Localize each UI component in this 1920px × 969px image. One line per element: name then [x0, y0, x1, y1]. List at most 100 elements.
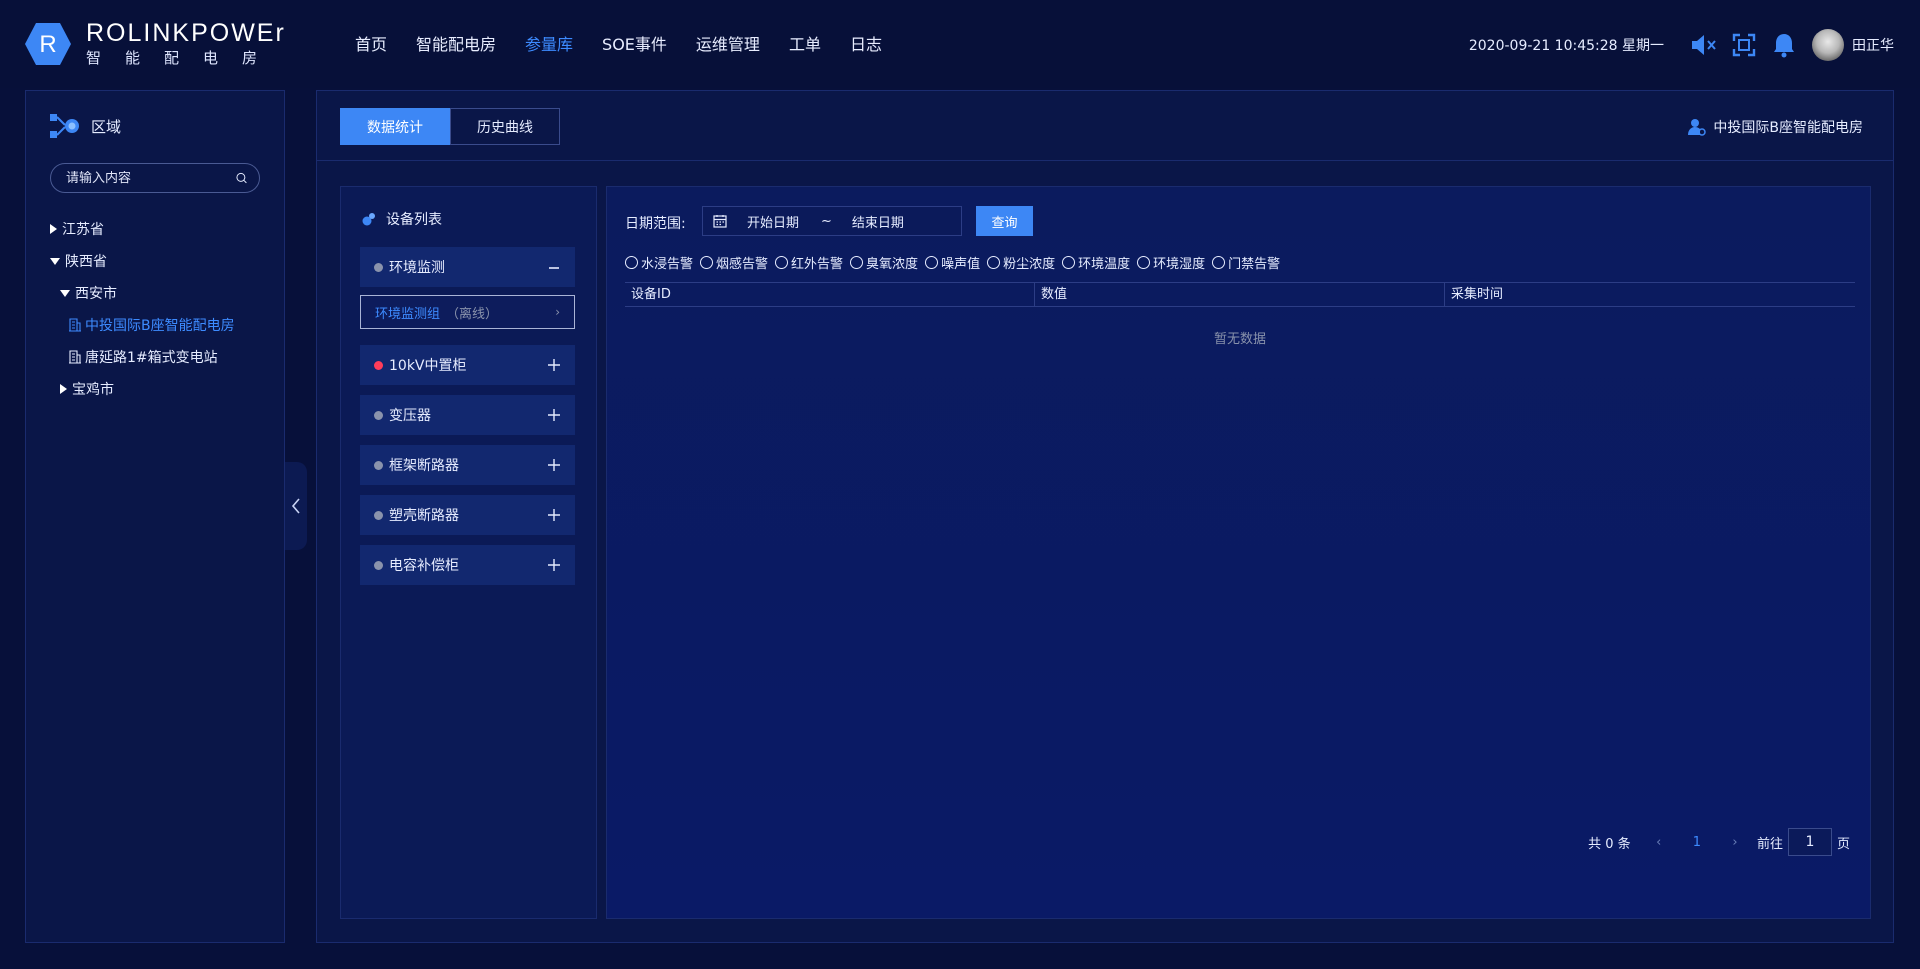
data-panel: 日期范围: 开始日期 ~ 结束日期 查询 水浸告警 烟感告警 红外告警 臭氧浓度 噪声值…	[606, 186, 1871, 919]
caret-down-icon[interactable]	[50, 257, 60, 265]
device-list-label: 设备列表	[386, 212, 442, 228]
plus-icon[interactable]	[547, 458, 561, 472]
tree-node-5[interactable]: 宝鸡市	[50, 373, 270, 405]
caret-right-icon[interactable]	[60, 384, 67, 394]
radio-circle[interactable]	[850, 256, 864, 269]
prev-page-icon[interactable]: ‹	[1649, 835, 1669, 850]
next-page-icon[interactable]: ›	[1725, 835, 1745, 850]
minus-icon[interactable]	[547, 260, 561, 274]
search-icon[interactable]	[236, 169, 247, 187]
device-group-3[interactable]: 框架断路器	[360, 445, 575, 485]
avatar[interactable]	[1812, 29, 1844, 61]
radio-circle[interactable]	[1212, 256, 1226, 269]
nav-item-2[interactable]: 参量库	[525, 33, 573, 57]
radio-label: 环境湿度	[1153, 257, 1206, 272]
tree-node-4[interactable]: 唐延路1#箱式变电站	[50, 341, 270, 373]
radio-option-1[interactable]: 烟感告警	[700, 253, 768, 272]
tree-node-label: 唐延路1#箱式变电站	[85, 350, 218, 366]
radio-label: 环境温度	[1078, 257, 1131, 272]
chevron-left-icon	[291, 498, 300, 514]
end-date-input[interactable]: 结束日期	[852, 212, 904, 231]
main-nav: 首页 智能配电房 参量库 SOE事件 运维管理 工单 日志	[355, 33, 911, 57]
tree-node-label: 中投国际B座智能配电房	[85, 318, 235, 334]
column-header-0[interactable]: 设备ID	[625, 283, 1035, 306]
empty-message: 暂无数据	[1213, 332, 1266, 347]
tab-0[interactable]: 数据统计	[340, 108, 450, 145]
status-dot	[374, 410, 383, 420]
device-group-0[interactable]: 环境监测	[360, 247, 575, 287]
radio-circle[interactable]	[625, 256, 638, 269]
radio-option-4[interactable]: 噪声值	[925, 253, 980, 272]
tree-node-1[interactable]: 陕西省	[50, 245, 270, 277]
nav-item-4[interactable]: 运维管理	[696, 33, 760, 57]
date-range-picker[interactable]: 开始日期 ~ 结束日期	[702, 206, 962, 236]
radio-label: 红外告警	[791, 257, 844, 272]
plus-icon[interactable]	[547, 508, 561, 522]
device-group-2[interactable]: 变压器	[360, 395, 575, 435]
radio-option-2[interactable]: 红外告警	[775, 253, 843, 272]
sidebar-collapse-button[interactable]	[285, 462, 307, 550]
nav-item-3[interactable]: SOE事件	[602, 33, 667, 57]
radio-option-6[interactable]: 环境温度	[1062, 253, 1130, 272]
region-tree: 江苏省陕西省西安市中投国际B座智能配电房 唐延路1#箱式变电站宝鸡市	[50, 213, 270, 405]
fullscreen-icon[interactable]	[1730, 31, 1758, 59]
radio-circle[interactable]	[1137, 256, 1151, 269]
page-number[interactable]: 1	[1693, 835, 1701, 850]
region-search-input[interactable]	[66, 170, 236, 186]
status-dot	[374, 510, 383, 520]
tree-node-0[interactable]: 江苏省	[50, 213, 270, 245]
caret-right-icon[interactable]	[50, 224, 57, 234]
logo-hex-icon: R	[24, 20, 72, 68]
tree-node-2[interactable]: 西安市	[50, 277, 270, 309]
region-search	[50, 163, 260, 193]
nav-item-6[interactable]: 日志	[850, 33, 882, 57]
radio-option-8[interactable]: 门禁告警	[1212, 253, 1280, 272]
radio-option-3[interactable]: 臭氧浓度	[850, 253, 918, 272]
plus-icon[interactable]	[547, 358, 561, 372]
caret-down-icon[interactable]	[60, 289, 70, 297]
data-table: 设备ID 数值 采集时间 暂无数据	[625, 282, 1855, 347]
column-header-2[interactable]: 采集时间	[1445, 283, 1855, 306]
nav-item-0[interactable]: 首页	[355, 33, 387, 57]
tab-1[interactable]: 历史曲线	[450, 108, 560, 145]
plus-icon[interactable]	[547, 408, 561, 422]
radio-option-5[interactable]: 粉尘浓度	[987, 253, 1055, 272]
radio-circle[interactable]	[925, 256, 939, 269]
status-dot	[374, 262, 383, 272]
nav-item-1[interactable]: 智能配电房	[416, 33, 496, 57]
region-tree-icon	[50, 114, 79, 138]
mute-icon[interactable]	[1690, 31, 1718, 59]
user-name[interactable]: 田正华	[1852, 35, 1894, 55]
tree-node-3[interactable]: 中投国际B座智能配电房	[50, 309, 270, 341]
query-button[interactable]: 查询	[976, 206, 1033, 236]
chevron-right-icon: ›	[555, 305, 560, 319]
device-group-1[interactable]: 10kV中置柜	[360, 345, 575, 385]
date-range-label: 日期范围:	[625, 216, 686, 232]
device-group-5[interactable]: 电容补偿柜	[360, 545, 575, 585]
user-location-icon	[1688, 119, 1707, 136]
radio-circle[interactable]	[1062, 256, 1076, 269]
tree-node-label: 陕西省	[65, 254, 107, 270]
radio-circle[interactable]	[987, 256, 1001, 269]
column-header-1[interactable]: 数值	[1035, 283, 1445, 306]
goto-label: 前往	[1756, 836, 1783, 852]
plus-icon[interactable]	[547, 558, 561, 572]
radio-circle[interactable]	[775, 256, 789, 269]
goto-page-input[interactable]	[1787, 828, 1832, 856]
radio-option-0[interactable]: 水浸告警	[625, 253, 693, 272]
radio-label: 门禁告警	[1228, 257, 1281, 272]
logo[interactable]: R ROLINKPOWEr 智能配电房	[24, 20, 286, 68]
device-group-label: 10kV中置柜	[389, 358, 467, 374]
radio-circle[interactable]	[700, 256, 714, 269]
device-group-4[interactable]: 塑壳断路器	[360, 495, 575, 535]
start-date-input[interactable]: 开始日期	[747, 212, 799, 231]
nav-item-5[interactable]: 工单	[789, 33, 821, 57]
status-dot	[374, 460, 383, 470]
status-dot	[374, 560, 383, 570]
bell-icon[interactable]	[1770, 31, 1798, 59]
device-subitem[interactable]: 环境监测组 （离线） ›	[360, 295, 575, 329]
radio-label: 水浸告警	[641, 257, 694, 272]
radio-option-7[interactable]: 环境湿度	[1137, 253, 1205, 272]
parameter-radio-group: 水浸告警 烟感告警 红外告警 臭氧浓度 噪声值 粉尘浓度 环境温度 环境湿度 门禁告警	[625, 253, 1287, 272]
main-panel: 数据统计 历史曲线 中投国际B座智能配电房 设备列表 环境监测 环境监测组 （离线） ›…	[316, 90, 1894, 943]
